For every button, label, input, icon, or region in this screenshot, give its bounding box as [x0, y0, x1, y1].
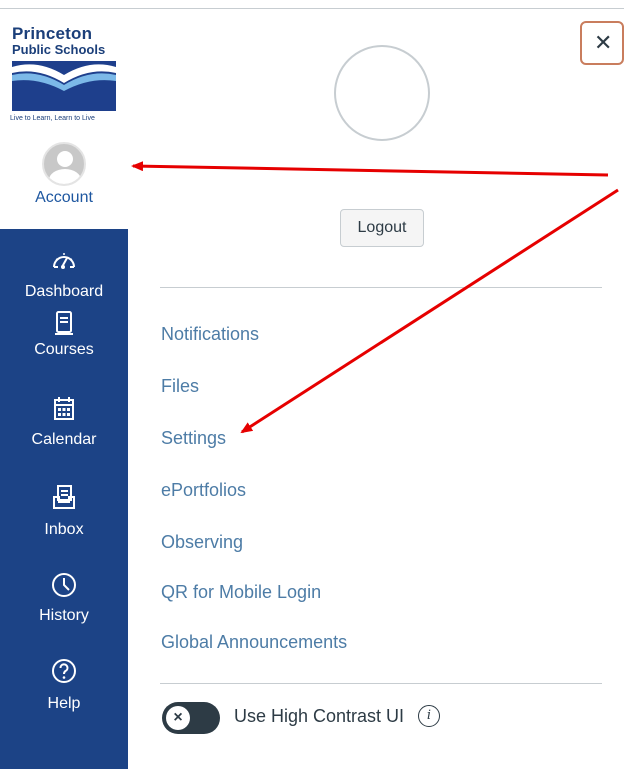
courses-icon: [55, 311, 73, 335]
inbox-icon: [53, 485, 75, 509]
info-icon[interactable]: i: [418, 705, 440, 727]
help-icon: [52, 659, 76, 683]
logo-book-graphic: [12, 61, 116, 111]
logout-button[interactable]: Logout: [340, 209, 424, 247]
high-contrast-label: Use High Contrast UI: [234, 706, 405, 726]
link-global-announcements[interactable]: Global Announcements: [161, 632, 347, 653]
calendar-icon: [54, 397, 74, 420]
nav-item-help[interactable]: Help: [0, 657, 128, 743]
nav-account-label: Account: [35, 189, 93, 206]
school-logo[interactable]: Princeton Public Schools Live to Learn, …: [0, 9, 128, 127]
logo-tagline: Live to Learn, Learn to Live: [10, 115, 95, 122]
nav-item-calendar[interactable]: Calendar: [0, 395, 128, 481]
nav-label-dashboard: Dashboard: [24, 283, 104, 300]
divider: [160, 287, 602, 288]
nav-label-inbox: Inbox: [44, 521, 84, 538]
link-observing[interactable]: Observing: [161, 532, 243, 553]
global-nav: Princeton Public Schools Live to Learn, …: [0, 9, 128, 769]
logo-line-2: Public Schools: [12, 42, 106, 57]
toggle-off-icon: ×: [166, 706, 190, 730]
divider: [160, 683, 602, 684]
nav-label-help: Help: [47, 695, 81, 712]
history-icon: [52, 573, 76, 597]
nav-item-inbox[interactable]: Inbox: [0, 483, 128, 569]
account-tray: ✕ Logout Notifications Files Settings eP…: [128, 9, 624, 769]
avatar-icon: [42, 142, 86, 186]
nav-label-history: History: [39, 607, 89, 624]
nav-label-calendar: Calendar: [31, 431, 97, 448]
nav-label-courses: Courses: [34, 341, 94, 358]
link-files[interactable]: Files: [161, 376, 199, 397]
nav-item-history[interactable]: History: [0, 571, 128, 657]
close-tray-button[interactable]: ✕: [580, 21, 624, 65]
nav-menu: Dashboard Courses Calendar Inbox History…: [0, 229, 128, 769]
link-eportfolios[interactable]: ePortfolios: [161, 480, 246, 501]
close-icon: ✕: [594, 30, 613, 55]
link-qr-mobile-login[interactable]: QR for Mobile Login: [161, 582, 321, 603]
link-notifications[interactable]: Notifications: [161, 324, 259, 345]
link-settings[interactable]: Settings: [161, 428, 226, 449]
nav-item-account[interactable]: Account: [0, 127, 128, 229]
high-contrast-toggle[interactable]: ×: [162, 702, 220, 734]
nav-item-courses[interactable]: Courses: [0, 309, 128, 395]
profile-picture[interactable]: [334, 45, 430, 141]
logo-line-1: Princeton: [12, 24, 93, 43]
dashboard-icon: [53, 253, 75, 269]
logo-title: Princeton Public Schools: [12, 25, 128, 56]
